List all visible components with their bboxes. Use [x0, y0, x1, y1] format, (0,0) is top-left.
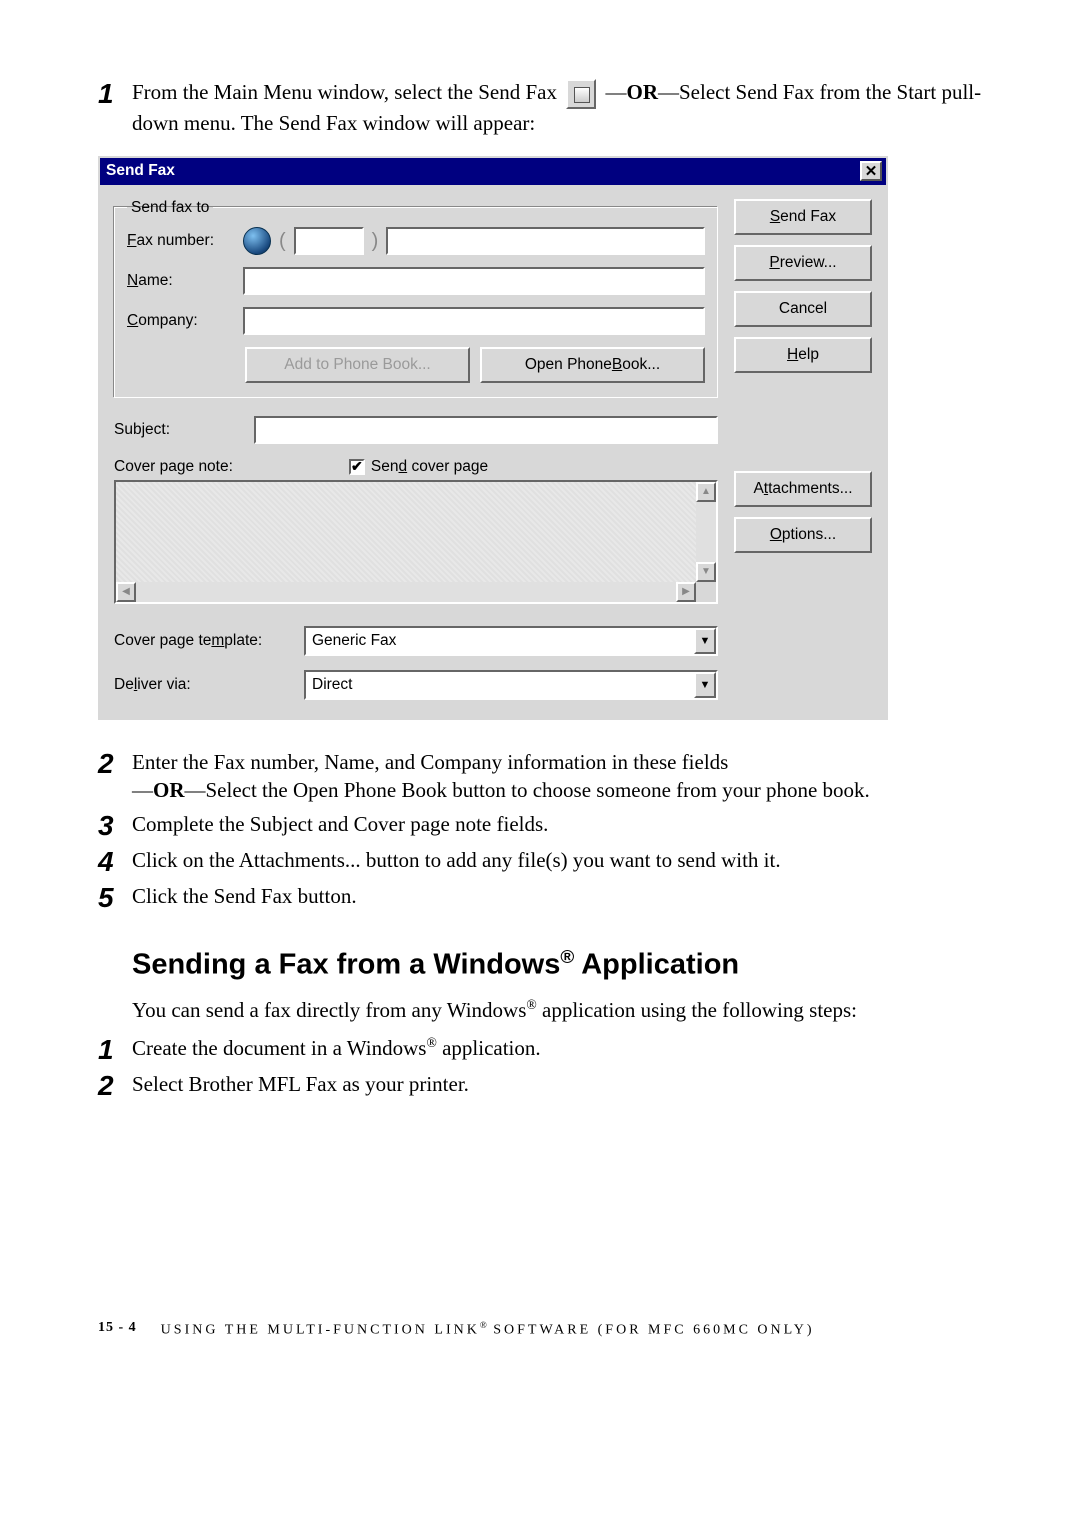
registered-icon: ® [526, 997, 536, 1012]
label-subject: Subject: [114, 421, 174, 439]
step-number: 4 [98, 846, 132, 876]
step-text: Complete the Subject and Cover page note… [132, 810, 982, 838]
step-row: 2 Select Brother MFL Fax as your printer… [98, 1070, 982, 1100]
step-text: Enter the Fax number, Name, and Company … [132, 748, 982, 805]
text: Sending a Fax from a Windows [132, 949, 560, 981]
step-text: Create the document in a Windows® applic… [132, 1034, 982, 1062]
send-fax-icon [566, 79, 596, 109]
page-footer: 15 - 4 USING THE MULTI-FUNCTION LINK® SO… [98, 1320, 982, 1339]
paren-left: ( [279, 231, 286, 251]
subject-input[interactable] [254, 416, 718, 444]
text: — [600, 80, 626, 104]
heading-sending-fax-windows: Sending a Fax from a Windows® Applicatio… [132, 946, 982, 982]
step-row: 1 Create the document in a Windows® appl… [98, 1034, 982, 1064]
options-button[interactable]: Options... [734, 517, 872, 553]
text-or: OR [627, 80, 659, 104]
step-number: 2 [98, 1070, 132, 1100]
coverpagenote-textarea[interactable]: ▲ ▼ ◀ ▶ [114, 480, 718, 604]
step-row: 2 Enter the Fax number, Name, and Compan… [98, 748, 982, 805]
step-text: Click the Send Fax button. [132, 882, 982, 910]
text: —Select the Open Phone Book button to ch… [185, 778, 870, 802]
titlebar: Send Fax ✕ [100, 158, 886, 185]
step-number: 5 [98, 882, 132, 912]
label-delivervia: Deliver via: [114, 676, 294, 694]
chevron-down-icon[interactable]: ▼ [694, 628, 716, 654]
groupbox-sendfaxto: Send fax to Fax number: ( ) Name: [114, 199, 718, 398]
combo-value: Generic Fax [306, 628, 694, 654]
scroll-up-icon[interactable]: ▲ [696, 482, 716, 502]
step-number: 1 [98, 1034, 132, 1064]
step-number: 2 [98, 748, 132, 778]
paren-right: ) [372, 231, 379, 251]
text: — [132, 778, 153, 802]
chevron-down-icon[interactable]: ▼ [694, 672, 716, 698]
step-row: 1 From the Main Menu window, select the … [98, 78, 982, 138]
label-fax-number: Fax number: [127, 232, 235, 250]
dialog-sendfax: Send Fax ✕ Send fax to Fax number: ( ) [98, 156, 888, 720]
scroll-left-icon[interactable]: ◀ [116, 582, 136, 602]
attachments-button[interactable]: Attachments... [734, 471, 872, 507]
window-title: Send Fax [106, 162, 175, 180]
label-coverpagenote: Cover page note: [114, 458, 233, 476]
close-icon[interactable]: ✕ [860, 161, 882, 181]
text: Enter the Fax number, Name, and Company … [132, 750, 728, 774]
text-or: OR [153, 778, 185, 802]
screenshot-sendfax-dialog: Send Fax ✕ Send fax to Fax number: ( ) [98, 156, 982, 720]
step-text: From the Main Menu window, select the Se… [132, 78, 982, 138]
combo-coverpagetemplate[interactable]: Generic Fax ▼ [304, 626, 718, 656]
scrollbar-horizontal[interactable]: ◀ ▶ [114, 582, 696, 604]
step-number: 1 [98, 78, 132, 108]
text: Create the document in a Windows [132, 1036, 426, 1060]
send-fax-button[interactable]: Send Fax [734, 199, 872, 235]
footer-text: USING THE MULTI-FUNCTION LINK® SOFTWARE … [161, 1320, 815, 1339]
scroll-right-icon[interactable]: ▶ [676, 582, 696, 602]
step-number: 3 [98, 810, 132, 840]
text: Application [574, 949, 739, 981]
step-text: Select Brother MFL Fax as your printer. [132, 1070, 982, 1098]
text: SOFTWARE (FOR MFC 660MC ONLY) [487, 1323, 815, 1338]
step-row: 5 Click the Send Fax button. [98, 882, 982, 912]
preview-button[interactable]: Preview... [734, 245, 872, 281]
step-text: Click on the Attachments... button to ad… [132, 846, 982, 874]
registered-icon: ® [480, 1320, 487, 1330]
text: application. [437, 1036, 541, 1060]
scroll-down-icon[interactable]: ▼ [696, 562, 716, 582]
step-row: 3 Complete the Subject and Cover page no… [98, 810, 982, 840]
fax-areacode-input[interactable] [294, 227, 364, 255]
registered-icon: ® [560, 946, 574, 967]
company-input[interactable] [243, 307, 705, 335]
label-coverpagetemplate: Cover page template: [114, 632, 294, 650]
combo-value: Direct [306, 672, 694, 698]
label-company: Company: [127, 312, 235, 330]
add-to-phonebook-button[interactable]: Add to Phone Book... [245, 347, 470, 383]
text: You can send a fax directly from any Win… [132, 998, 526, 1022]
text: From the Main Menu window, select the Se… [132, 80, 562, 104]
step-row: 4 Click on the Attachments... button to … [98, 846, 982, 876]
fax-number-input[interactable] [386, 227, 705, 255]
text: application using the following steps: [537, 998, 857, 1022]
checkbox-sendcoverpage[interactable]: ✔ [349, 459, 365, 475]
scrollbar-vertical[interactable]: ▲ ▼ [696, 480, 718, 582]
name-input[interactable] [243, 267, 705, 295]
label-name: Name: [127, 272, 235, 290]
groupbox-legend: Send fax to [127, 199, 213, 217]
combo-delivervia[interactable]: Direct ▼ [304, 670, 718, 700]
cancel-button[interactable]: Cancel [734, 291, 872, 327]
checkbox-label: Send cover page [371, 458, 488, 476]
registered-icon: ® [426, 1035, 436, 1050]
open-phonebook-button[interactable]: Open Phone Book... [480, 347, 705, 383]
page-number: 15 - 4 [98, 1320, 137, 1339]
text: USING THE MULTI-FUNCTION LINK [161, 1323, 480, 1338]
body-text: You can send a fax directly from any Win… [132, 996, 982, 1024]
globe-icon [243, 227, 271, 255]
help-button[interactable]: Help [734, 337, 872, 373]
